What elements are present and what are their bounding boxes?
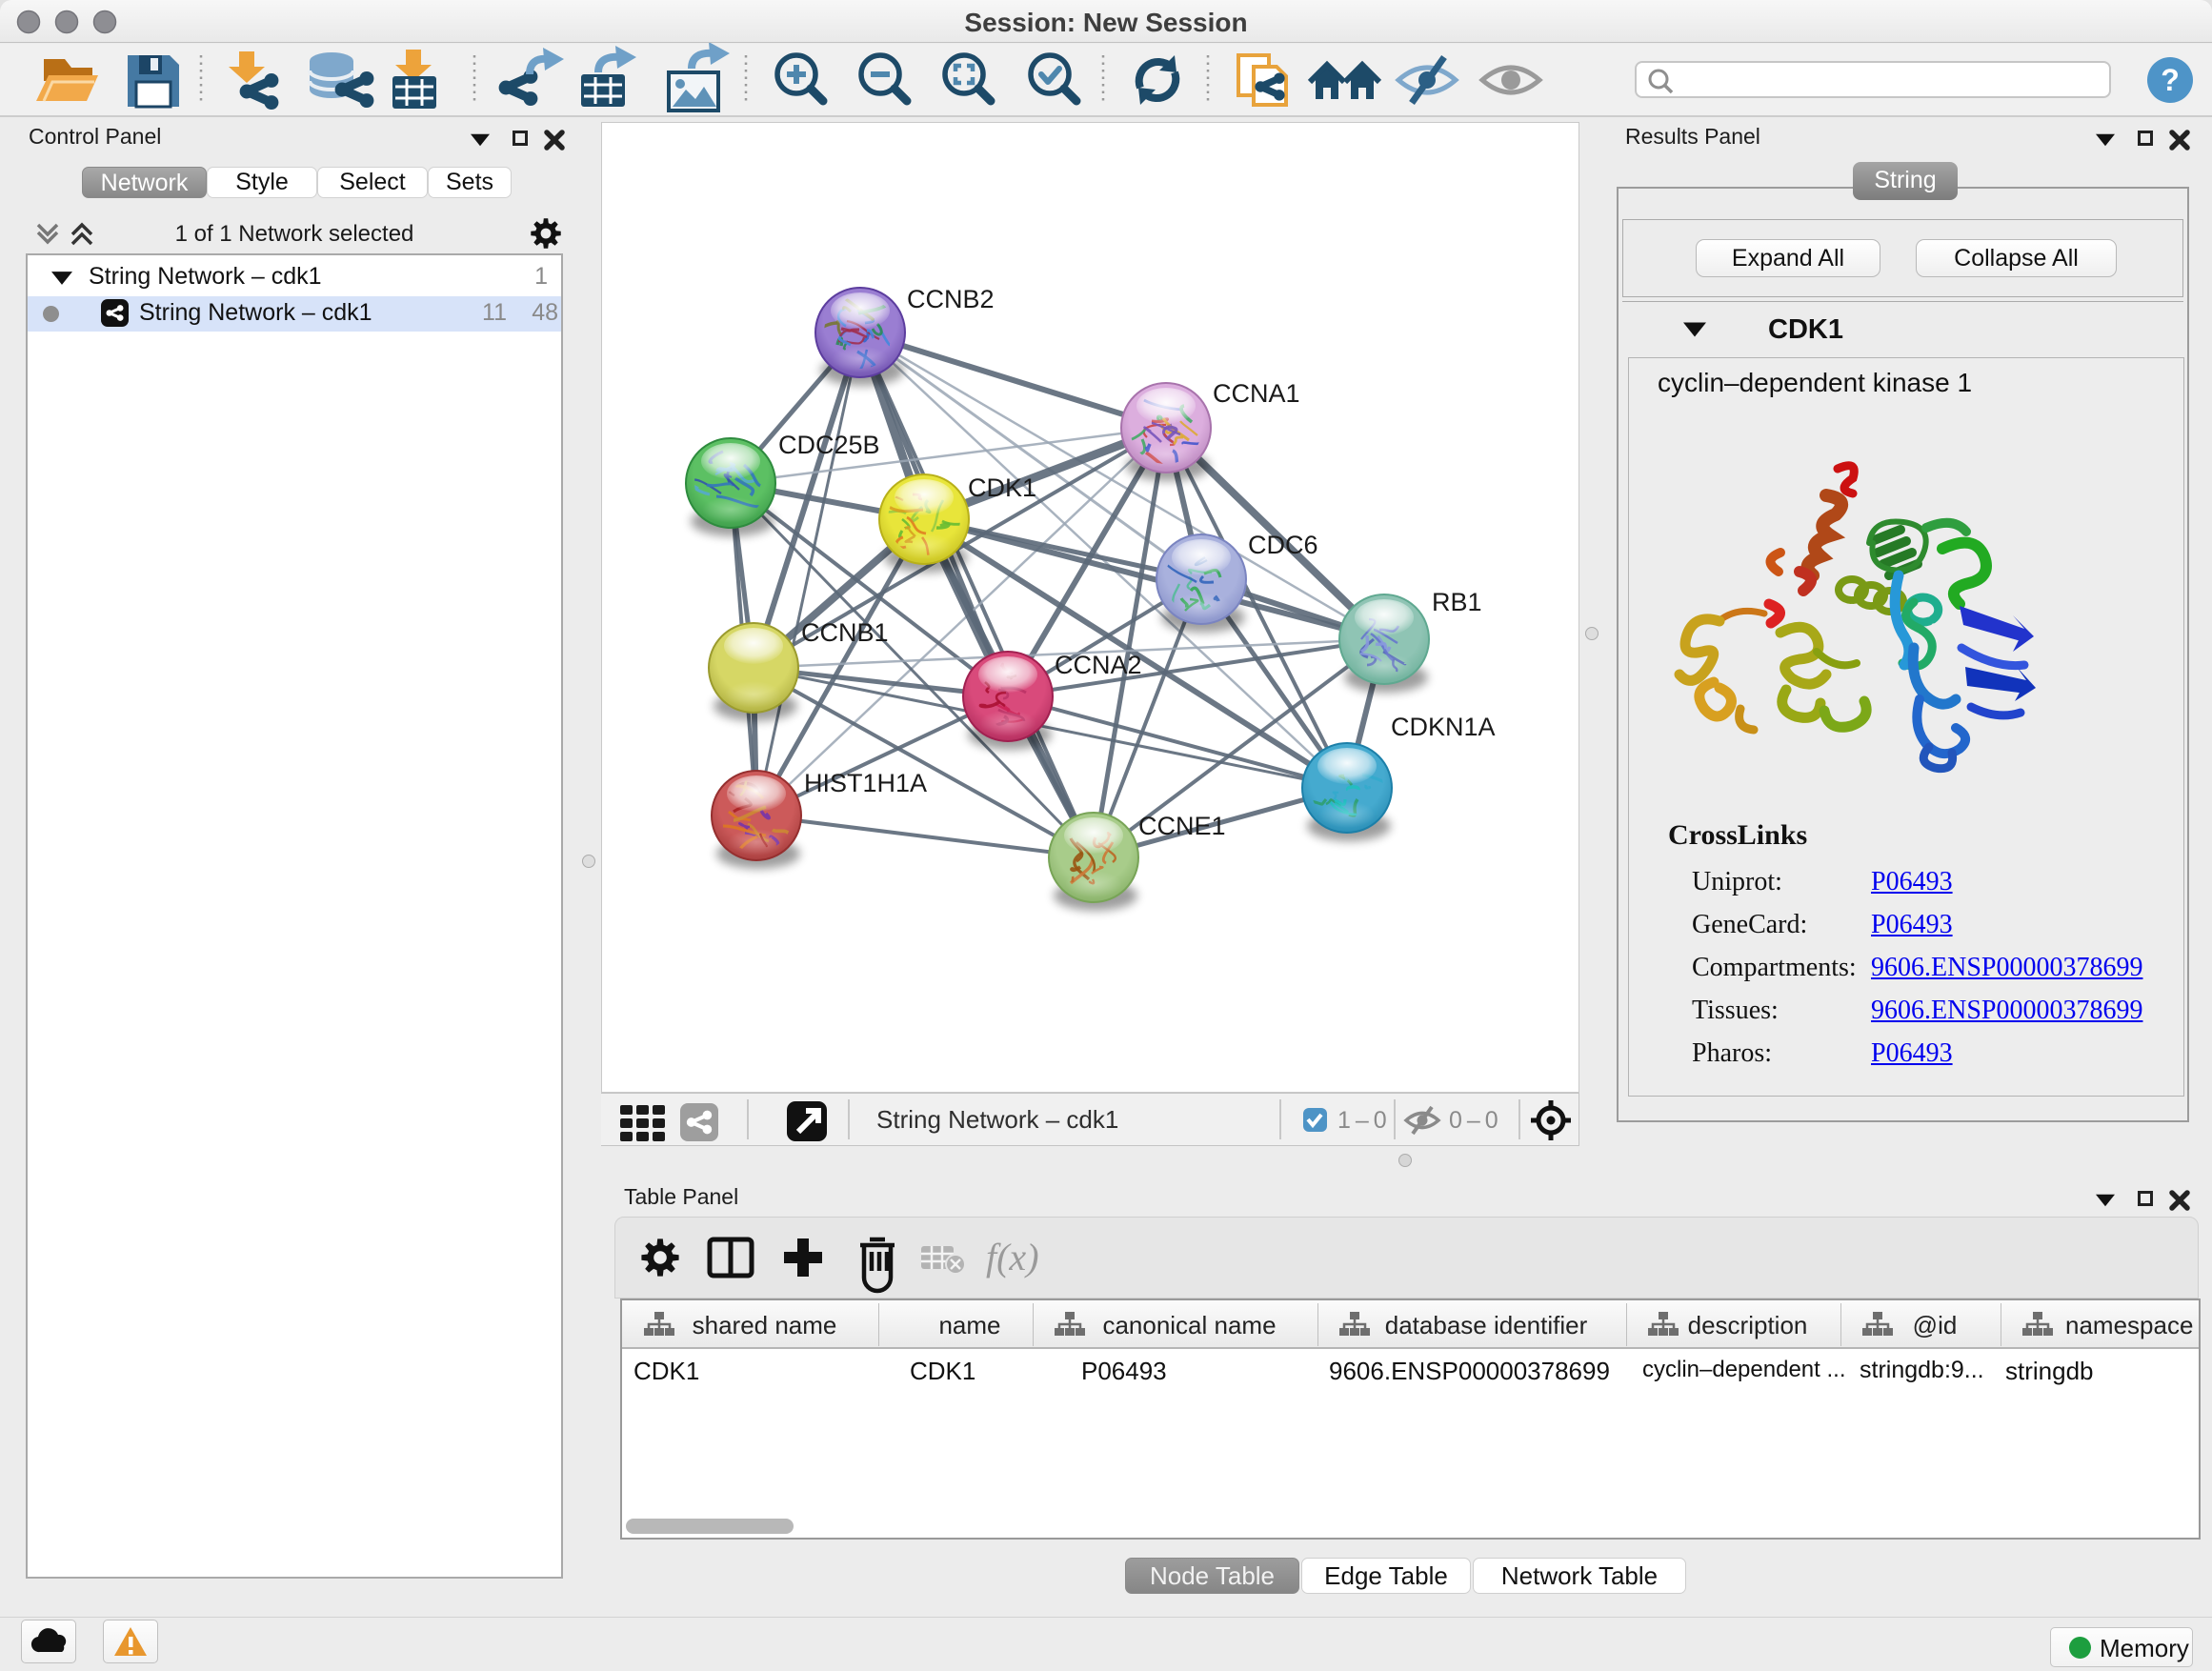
svg-text:CCNA1: CCNA1: [1213, 379, 1300, 408]
svg-text:CDK1: CDK1: [968, 473, 1036, 502]
svg-text:CCNB2: CCNB2: [907, 285, 995, 313]
svg-text:HIST1H1A: HIST1H1A: [804, 769, 927, 797]
svg-text:CCNB1: CCNB1: [801, 618, 889, 647]
svg-text:f(x): f(x): [986, 1236, 1039, 1278]
svg-text:CDC6: CDC6: [1248, 531, 1318, 559]
svg-text:CDC25B: CDC25B: [778, 431, 880, 459]
svg-text:CDKN1A: CDKN1A: [1391, 713, 1496, 741]
svg-text:RB1: RB1: [1432, 588, 1482, 616]
svg-text:CCNA2: CCNA2: [1055, 651, 1142, 679]
svg-text:CCNE1: CCNE1: [1138, 812, 1226, 840]
